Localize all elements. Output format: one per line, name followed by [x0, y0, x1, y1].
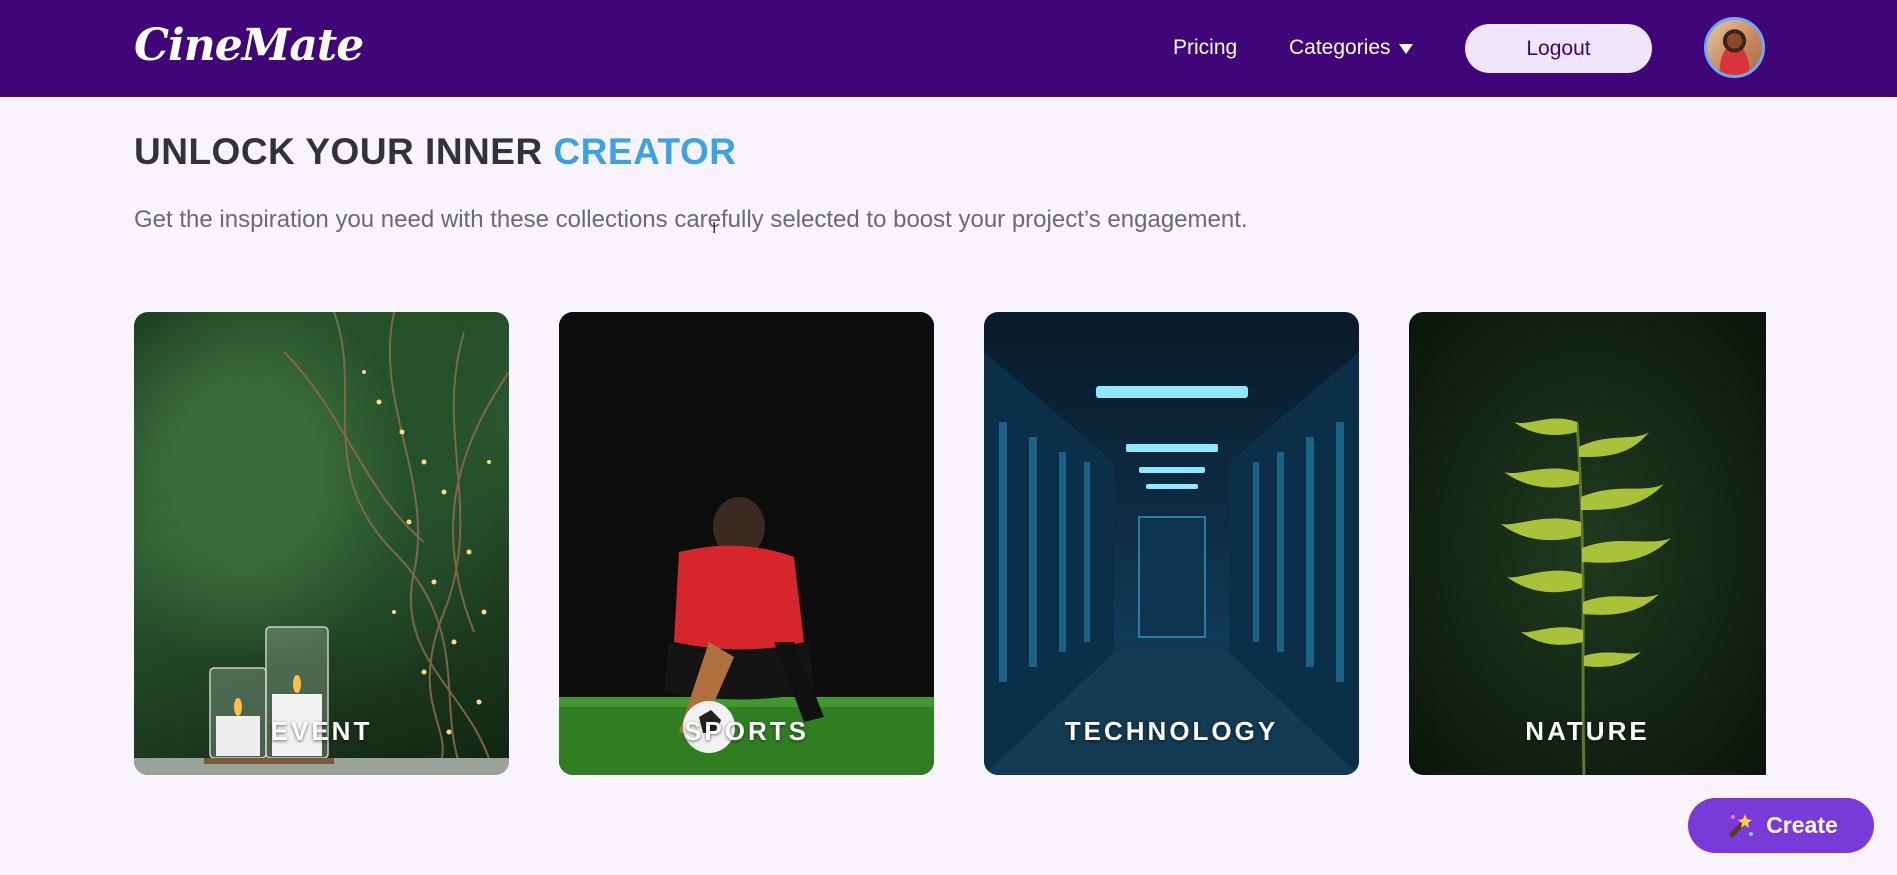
page-subtitle: Get the inspiration you need with these …: [134, 206, 1248, 233]
collection-card-sports[interactable]: SPORTS: [559, 312, 934, 775]
logout-button[interactable]: Logout: [1465, 24, 1652, 73]
text-cursor-icon: I: [712, 220, 717, 237]
top-navbar: CineMate Pricing Categories Logout: [0, 0, 1897, 97]
collection-cards: EVENT SPORTS TECHNOLOGY NATURE: [134, 312, 1766, 775]
brand-logo[interactable]: CineMate: [134, 20, 364, 71]
nav-categories-label: Categories: [1289, 36, 1391, 59]
user-avatar[interactable]: [1704, 17, 1765, 78]
sports-image: [559, 312, 934, 775]
caret-down-icon: [1398, 44, 1413, 54]
create-button[interactable]: Create: [1688, 798, 1874, 853]
nav-categories-dropdown[interactable]: Categories: [1289, 36, 1413, 60]
collection-label-nature: NATURE: [1525, 716, 1650, 746]
collection-card-technology[interactable]: TECHNOLOGY: [984, 312, 1359, 775]
collection-card-nature[interactable]: NATURE: [1409, 312, 1766, 775]
technology-image: [984, 352, 1359, 775]
collection-label-technology: TECHNOLOGY: [1064, 716, 1279, 746]
heading-prefix: UNLOCK YOUR INNER: [134, 131, 554, 172]
create-button-label: Create: [1766, 812, 1838, 838]
collection-label-sports: SPORTS: [684, 716, 809, 746]
event-image: [134, 312, 509, 775]
heading-accent: CREATOR: [553, 131, 737, 172]
page-heading: UNLOCK YOUR INNER CREATOR: [134, 131, 736, 173]
collection-card-event[interactable]: EVENT: [134, 312, 509, 775]
collection-label-event: EVENT: [270, 716, 373, 746]
nature-image: [1501, 418, 1671, 775]
nav-pricing-link[interactable]: Pricing: [1173, 36, 1237, 60]
magic-wand-icon: [1729, 813, 1754, 837]
